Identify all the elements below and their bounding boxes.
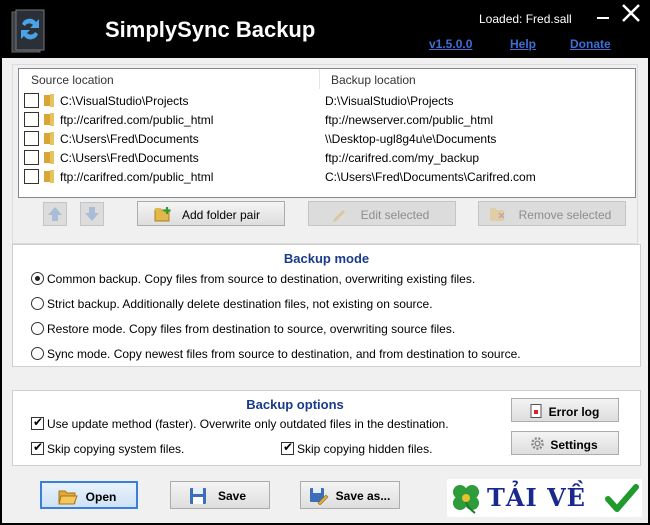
open-label: Open: [85, 490, 117, 504]
donate-link[interactable]: Donate: [570, 37, 611, 51]
loaded-profile: Loaded: Fred.sall: [479, 12, 572, 26]
backup-path: ftp://newserver.com/public_html: [325, 113, 494, 127]
mode-label-common: Common backup. Copy files from source to…: [47, 272, 476, 286]
minimize-button[interactable]: [597, 4, 611, 22]
settings-label: Settings: [550, 438, 598, 452]
move-down-button[interactable]: [80, 202, 104, 226]
app-logo-icon: [11, 9, 45, 53]
mode-label-strict: Strict backup. Additionally delete desti…: [47, 297, 433, 311]
folder-pair-row[interactable]: C:\Users\Fred\Documents ftp://carifred.c…: [19, 149, 635, 168]
folder-pair-row[interactable]: C:\Users\Fred\Documents \\Desktop-ugl8g4…: [19, 130, 635, 149]
mode-radio-strict[interactable]: [31, 297, 44, 310]
source-path: C:\VisualStudio\Projects: [60, 94, 189, 108]
arrow-down-icon: [85, 207, 99, 221]
row-checkbox[interactable]: [24, 93, 39, 108]
mode-radio-sync[interactable]: [31, 347, 44, 360]
source-path: C:\Users\Fred\Documents: [60, 151, 199, 165]
watermark-text: TẢI VỀ: [487, 483, 586, 512]
update-method-checkbox[interactable]: ✔: [31, 415, 44, 430]
remove-selected-label: Remove selected: [518, 208, 612, 222]
add-folder-pair-button[interactable]: Add folder pair: [137, 201, 285, 226]
help-link[interactable]: Help: [510, 37, 536, 51]
arrow-up-icon: [48, 207, 62, 221]
column-divider[interactable]: [319, 69, 320, 89]
remove-selected-button[interactable]: Remove selected: [478, 201, 626, 226]
error-log-label: Error log: [548, 405, 600, 419]
update-method-label: Use update method (faster). Overwrite on…: [47, 417, 449, 431]
save-as-label: Save as...: [335, 489, 391, 503]
folder-icon: [44, 132, 54, 145]
green-check-icon: [605, 484, 639, 512]
app-title: SimplySync Backup: [105, 17, 316, 42]
save-button[interactable]: Save: [170, 481, 270, 509]
backup-path: C:\Users\Fred\Documents\Carifred.com: [325, 170, 536, 184]
move-up-button[interactable]: [43, 202, 67, 226]
mode-radio-restore[interactable]: [31, 322, 44, 335]
source-path: C:\Users\Fred\Documents: [60, 132, 199, 146]
mode-radio-common[interactable]: [31, 272, 44, 285]
error-log-button[interactable]: Error log: [511, 398, 619, 422]
folder-pair-row[interactable]: ftp://carifred.com/public_html ftp://new…: [19, 111, 635, 130]
folder-pairs-panel: Source location Backup location C:\Visua…: [12, 64, 638, 244]
source-path: ftp://carifred.com/public_html: [60, 113, 214, 127]
backup-path: ftp://carifred.com/my_backup: [325, 151, 480, 165]
skip-system-checkbox[interactable]: ✔: [31, 440, 44, 455]
skip-hidden-label: Skip copying hidden files.: [297, 442, 433, 456]
save-as-button[interactable]: Save as...: [300, 481, 400, 509]
add-folder-pair-label: Add folder pair: [181, 208, 261, 222]
backup-options-panel: Backup options ✔ Use update method (fast…: [12, 390, 641, 466]
skip-hidden-checkbox[interactable]: ✔: [281, 440, 294, 455]
backup-mode-title: Backup mode: [283, 251, 370, 266]
backup-column-header[interactable]: Backup location: [331, 73, 416, 87]
clover-icon: [453, 485, 479, 514]
row-checkbox[interactable]: [24, 169, 39, 184]
row-checkbox[interactable]: [24, 112, 39, 127]
save-label: Save: [217, 489, 247, 503]
source-column-header[interactable]: Source location: [31, 73, 114, 87]
list-header: Source location Backup location: [19, 69, 635, 89]
close-icon[interactable]: [620, 2, 642, 24]
edit-selected-label: Edit selected: [360, 208, 430, 222]
folder-pair-row[interactable]: C:\VisualStudio\Projects D:\VisualStudio…: [19, 92, 635, 111]
edit-selected-button[interactable]: Edit selected: [308, 201, 456, 226]
settings-button[interactable]: Settings: [511, 431, 619, 455]
backup-mode-panel: Backup mode Common backup. Copy files fr…: [12, 244, 641, 367]
folder-icon: [44, 113, 54, 126]
watermark-logo: TẢI VỀ: [447, 479, 642, 517]
mode-label-sync: Sync mode. Copy newest files from source…: [47, 347, 521, 361]
folder-pair-row[interactable]: ftp://carifred.com/public_html C:\Users\…: [19, 168, 635, 187]
source-path: ftp://carifred.com/public_html: [60, 170, 214, 184]
backup-path: D:\VisualStudio\Projects: [325, 94, 454, 108]
mode-label-restore: Restore mode. Copy files from destinatio…: [47, 322, 456, 336]
open-button[interactable]: Open: [40, 481, 138, 509]
backup-path: \\Desktop-ugl8g4u\e\Documents: [325, 132, 497, 146]
folder-pairs-list[interactable]: Source location Backup location C:\Visua…: [18, 68, 636, 198]
backup-options-title: Backup options: [246, 397, 344, 412]
folder-icon: [44, 170, 54, 183]
skip-system-label: Skip copying system files.: [47, 442, 185, 456]
folder-icon: [44, 94, 54, 107]
main-window: Source location Backup location C:\Visua…: [2, 58, 648, 523]
row-checkbox[interactable]: [24, 131, 39, 146]
version-link[interactable]: v1.5.0.0: [429, 37, 472, 51]
folder-icon: [44, 151, 54, 164]
title-bar: SimplySync Backup Loaded: Fred.sall v1.5…: [0, 0, 650, 58]
row-checkbox[interactable]: [24, 150, 39, 165]
